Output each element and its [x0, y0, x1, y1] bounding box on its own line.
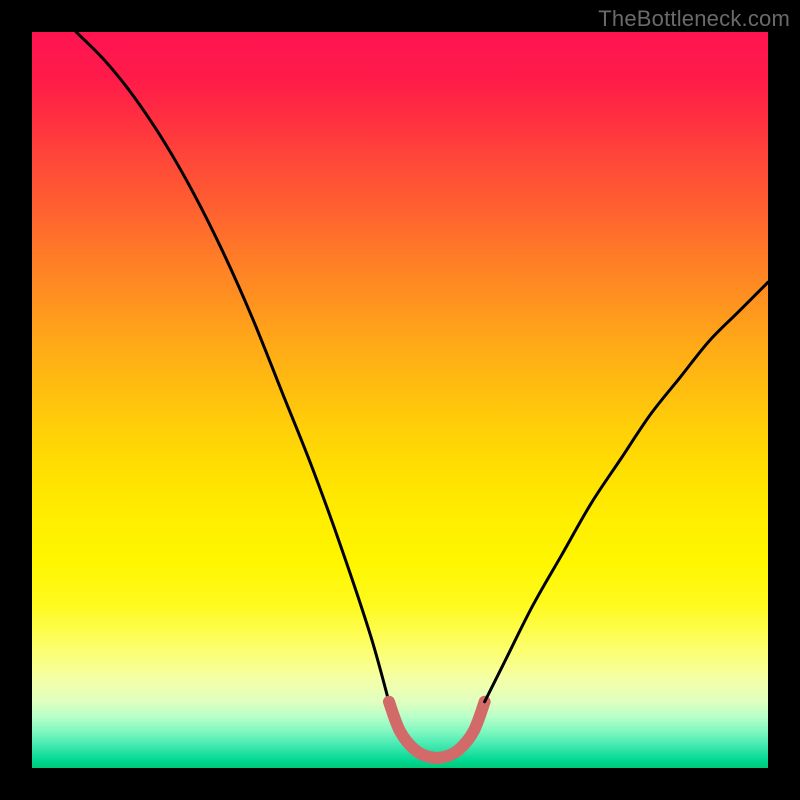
series-right-ascent: [485, 282, 768, 702]
watermark-text: TheBottleneck.com: [598, 6, 790, 32]
series-minimum-plateau: [389, 702, 485, 758]
curve-layer: [32, 32, 768, 768]
plot-area: [32, 32, 768, 768]
series-left-descent: [76, 32, 389, 702]
chart-frame: TheBottleneck.com: [0, 0, 800, 800]
